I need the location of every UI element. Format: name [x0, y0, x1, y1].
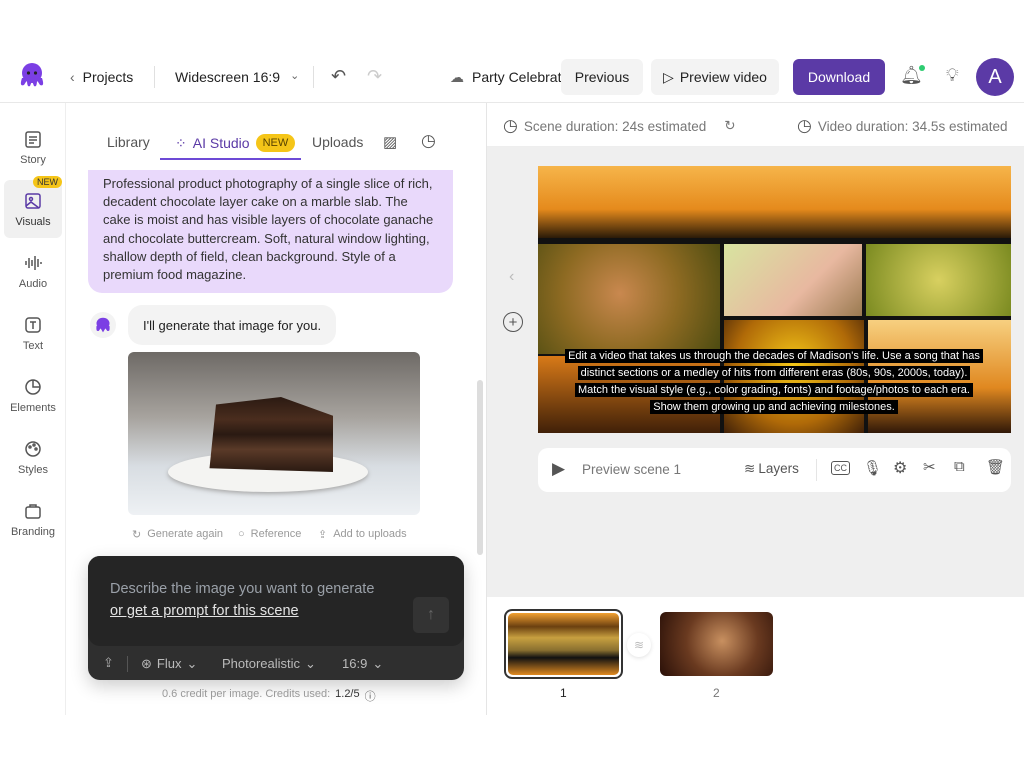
undo-icon[interactable]: ↶ [331, 66, 346, 87]
upload-icon: ⇪ [318, 529, 328, 541]
lightbulb-icon[interactable]: 💡︎ [946, 65, 959, 86]
new-badge: NEW [255, 134, 296, 152]
bot-reply-bubble: I'll generate that image for you. [128, 305, 337, 345]
model-dropdown[interactable]: ⊛ Flux ⌄ [141, 656, 197, 672]
play-icon[interactable]: ▶ [552, 459, 565, 479]
video-duration: ◷ Video duration: 34.5s estimated [797, 116, 1008, 135]
duplicate-icon[interactable]: ⧉ [954, 458, 965, 475]
chevron-down-icon: ⌄ [290, 70, 300, 82]
scene-caption: Edit a video that takes us through the d… [565, 348, 983, 416]
prompt-input[interactable]: Describe the image you want to generate [110, 581, 374, 597]
tab-uploads[interactable]: Uploads [312, 134, 363, 150]
refresh-icon: ↻ [132, 529, 142, 541]
sidebar-item-visuals[interactable]: NEW Visuals [4, 176, 62, 238]
refresh-icon[interactable]: ↻ [724, 118, 735, 134]
sidebar-item-story[interactable]: Story [4, 118, 62, 176]
image-icon [25, 192, 41, 209]
microphone-icon[interactable]: 🎙︎ [863, 459, 882, 477]
scene-thumbnail-2[interactable] [660, 612, 773, 676]
generated-cake-image[interactable] [128, 352, 420, 515]
cloud-saved-icon: ☁ [450, 69, 464, 85]
panel-scrollbar[interactable] [477, 380, 483, 555]
add-scene-icon[interactable]: + [503, 312, 523, 332]
bot-avatar-icon [90, 312, 116, 338]
play-icon: ▷ [663, 68, 674, 85]
reference-button[interactable]: ○ Reference [238, 528, 301, 540]
new-badge: NEW [33, 176, 62, 188]
scene-preview[interactable]: Edit a video that takes us through the d… [538, 166, 1011, 433]
avatar[interactable]: A [976, 58, 1014, 96]
chevron-left-icon[interactable]: ‹ [509, 268, 514, 286]
chevron-down-icon: ⌄ [186, 656, 198, 671]
palette-icon [25, 440, 41, 457]
download-button[interactable]: Download [793, 59, 885, 95]
pattern-icon[interactable]: ▨ [383, 133, 397, 151]
prompt-composer: Describe the image you want to generate … [88, 556, 464, 680]
layers-button[interactable]: ≋ Layers [744, 461, 799, 477]
scene-toolbar: ▶ Preview scene 1 ≋ Layers CC 🎙︎ ⚙ ✂ ⧉ 🗑︎ [538, 448, 1011, 492]
trash-icon[interactable]: 🗑︎ [986, 458, 1005, 476]
sidebar-item-branding[interactable]: Branding [4, 490, 62, 548]
preview-scene-button[interactable]: Preview scene 1 [582, 462, 681, 477]
info-icon[interactable]: ⓘ [365, 688, 376, 704]
sidebar-item-elements[interactable]: Elements [4, 366, 62, 424]
user-prompt-bubble: Professional product photography of a si… [88, 170, 453, 293]
brain-icon: ⊛ [141, 656, 152, 671]
history-clock-icon[interactable]: ◷ [421, 131, 436, 151]
redo-icon[interactable]: ↷ [367, 66, 382, 87]
chevron-down-icon: ⌄ [305, 656, 316, 671]
style-dropdown[interactable]: Photorealistic ⌄ [222, 656, 316, 672]
preview-video-button[interactable]: ▷ Preview video [651, 59, 779, 95]
back-to-projects[interactable]: ‹ Projects [70, 69, 133, 85]
previous-button[interactable]: Previous [561, 59, 643, 95]
pie-icon [25, 378, 41, 395]
notepad-icon [25, 130, 41, 148]
sidebar-item-audio[interactable]: Audio [4, 242, 62, 300]
captions-icon[interactable]: CC [831, 461, 850, 475]
credits-info: 0.6 credit per image. Credits used: 1.2/5… [162, 688, 376, 704]
chevron-left-icon: ‹ [70, 69, 75, 85]
settings-gear-icon[interactable]: ⚙ [893, 458, 907, 478]
upload-icon[interactable]: ⇪ [103, 655, 114, 671]
octopus-logo-icon[interactable] [16, 60, 48, 92]
get-prompt-link[interactable]: or get a prompt for this scene [110, 603, 299, 619]
sparkle-icon: ⁘ [175, 134, 187, 151]
transition-icon[interactable]: ≋ [627, 633, 651, 657]
sidebar-item-styles[interactable]: Styles [4, 428, 62, 486]
layers-icon: ≋ [744, 461, 756, 476]
format-dropdown[interactable]: Widescreen 16:9 ⌄ [175, 69, 299, 85]
scene-duration: ◷ Scene duration: 24s estimated ↻ [503, 116, 736, 135]
tab-ai-studio[interactable]: ⁘ AI Studio NEW [160, 128, 301, 160]
ratio-dropdown[interactable]: 16:9 ⌄ [342, 656, 383, 672]
sidebar-item-text[interactable]: Text [4, 304, 62, 362]
divider [313, 66, 314, 88]
clock-icon: ◷ [503, 116, 518, 135]
scene-number: 1 [560, 686, 567, 700]
add-to-uploads-button[interactable]: ⇪ Add to uploads [318, 528, 407, 541]
tab-library[interactable]: Library [107, 134, 150, 150]
chevron-down-icon: ⌄ [372, 656, 384, 671]
clock-icon: ◷ [797, 116, 812, 135]
comment-icon: ○ [238, 528, 245, 540]
send-arrow-icon[interactable]: ↑ [413, 597, 449, 633]
waveform-icon [25, 255, 42, 270]
divider [154, 66, 155, 88]
scene-number: 2 [713, 686, 720, 700]
bell-icon[interactable]: 🔔︎ [900, 65, 925, 86]
scissors-icon[interactable]: ✂ [923, 458, 936, 476]
generate-again-button[interactable]: ↻ Generate again [132, 528, 223, 541]
project-name[interactable]: ☁ Party Celebrat [450, 69, 562, 86]
sidebar: Story NEW Visuals Audio Text Elements Sty… [0, 103, 66, 715]
text-icon [25, 316, 41, 333]
briefcase-icon [25, 503, 41, 519]
scene-thumbnail-1[interactable] [504, 609, 623, 679]
